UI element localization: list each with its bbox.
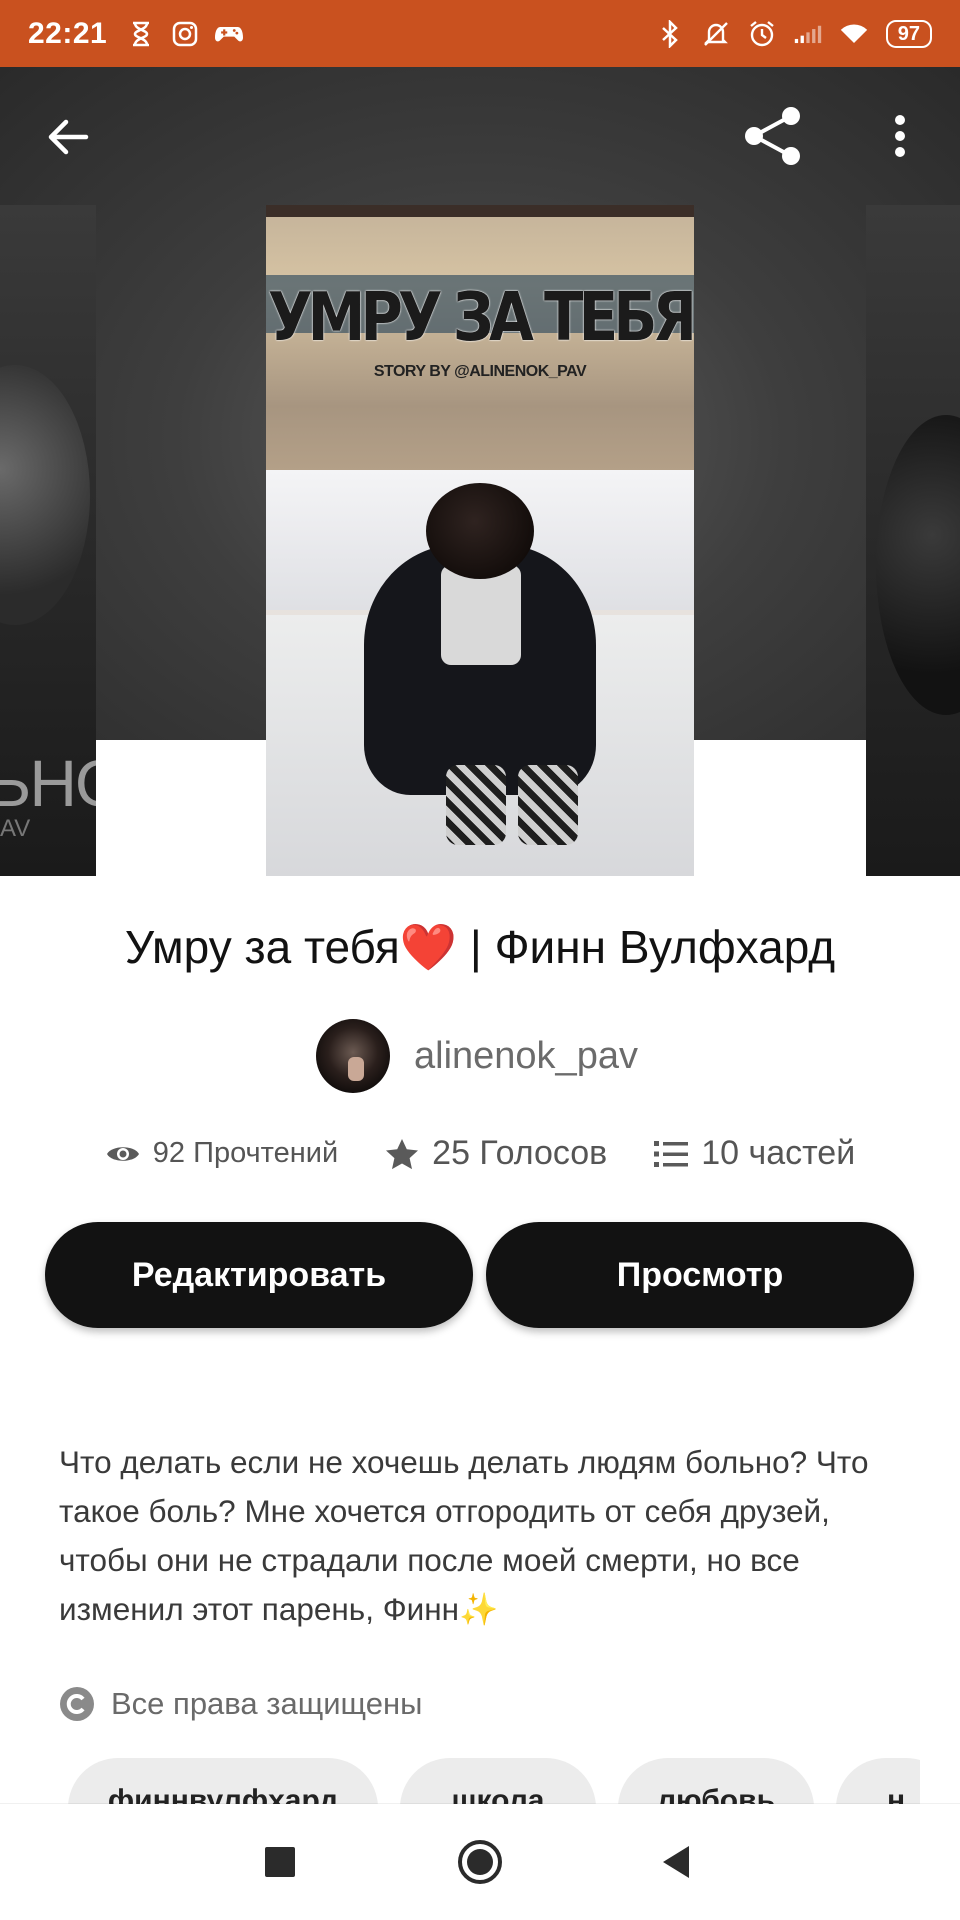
back-triangle-icon[interactable] [642, 1828, 710, 1896]
reads-stat: 92 Прочтений [105, 1136, 338, 1172]
mute-icon [702, 20, 730, 48]
recents-square-icon[interactable] [246, 1828, 314, 1896]
hourglass-icon [127, 20, 155, 48]
bluetooth-icon [656, 19, 684, 48]
previous-cover[interactable]: ЬНО AV [0, 205, 96, 876]
parts-count: 10 частей [701, 1134, 856, 1172]
tag-chip[interactable]: н [836, 1758, 920, 1804]
previous-cover-byline: AV [0, 815, 31, 842]
wifi-icon [840, 20, 868, 48]
system-nav-bar [0, 1804, 960, 1920]
battery-icon: 97 [885, 19, 932, 48]
home-circle-icon[interactable] [446, 1828, 514, 1896]
tag-chip[interactable]: школа [400, 1758, 596, 1804]
tag-chip[interactable]: любовь [618, 1758, 814, 1804]
tag-chip[interactable]: финнвулфхард [68, 1758, 378, 1804]
alarm-icon [748, 20, 776, 48]
next-cover[interactable] [866, 205, 960, 876]
star-icon [384, 1136, 420, 1172]
back-arrow-icon[interactable] [40, 109, 96, 165]
signal-icon [794, 20, 822, 48]
tag-list: финнвулфхард школа любовь н [68, 1758, 920, 1804]
story-stats: 92 Прочтений 25 Голосов 10 частей [0, 1134, 960, 1173]
sparkle-emoji: ✨ [459, 1591, 499, 1627]
instagram-icon [171, 20, 199, 48]
votes-count: 25 Голосов [432, 1134, 608, 1172]
copyright-icon [59, 1686, 95, 1722]
avatar [316, 1019, 390, 1093]
copyright-text: Все права защищены [111, 1686, 423, 1721]
edit-button[interactable]: Редактировать [45, 1222, 473, 1328]
eye-icon [105, 1136, 141, 1172]
status-time: 22:21 [28, 16, 108, 50]
previous-cover-text: ЬНО [0, 746, 96, 820]
list-icon [653, 1136, 689, 1172]
share-icon[interactable] [740, 103, 806, 169]
cover-title: УМРУ ЗА ТЕБЯ [267, 277, 694, 357]
reads-count: 92 Прочтений [152, 1137, 339, 1169]
cover-byline: STORY BY @ALINENOK_PAV [373, 363, 587, 380]
parts-stat: 10 частей [653, 1134, 855, 1173]
author-name: alinenok_pav [414, 1034, 638, 1077]
status-bar: 22:21 97 [0, 0, 960, 67]
gamepad-icon [215, 20, 244, 48]
view-button[interactable]: Просмотр [486, 1222, 914, 1328]
more-vert-icon[interactable] [876, 105, 924, 167]
votes-stat: 25 Голосов [384, 1134, 607, 1173]
top-toolbar [0, 67, 960, 207]
author-link[interactable]: alinenok_pav [316, 1018, 638, 1094]
story-title: Умру за тебя❤️ | Финн Вулфхард [124, 921, 836, 973]
story-description: Что делать если не хочешь делать людям б… [59, 1438, 909, 1634]
story-details-screen: 22:21 97 ЬН AV УМРУ ЗА ТЕБЯ STORY BY @AL… [0, 0, 960, 1920]
copyright-row: Все права защищены [59, 1686, 422, 1722]
story-cover[interactable]: УМРУ ЗА ТЕБЯ STORY BY @ALINENOK_PAV [266, 205, 694, 876]
